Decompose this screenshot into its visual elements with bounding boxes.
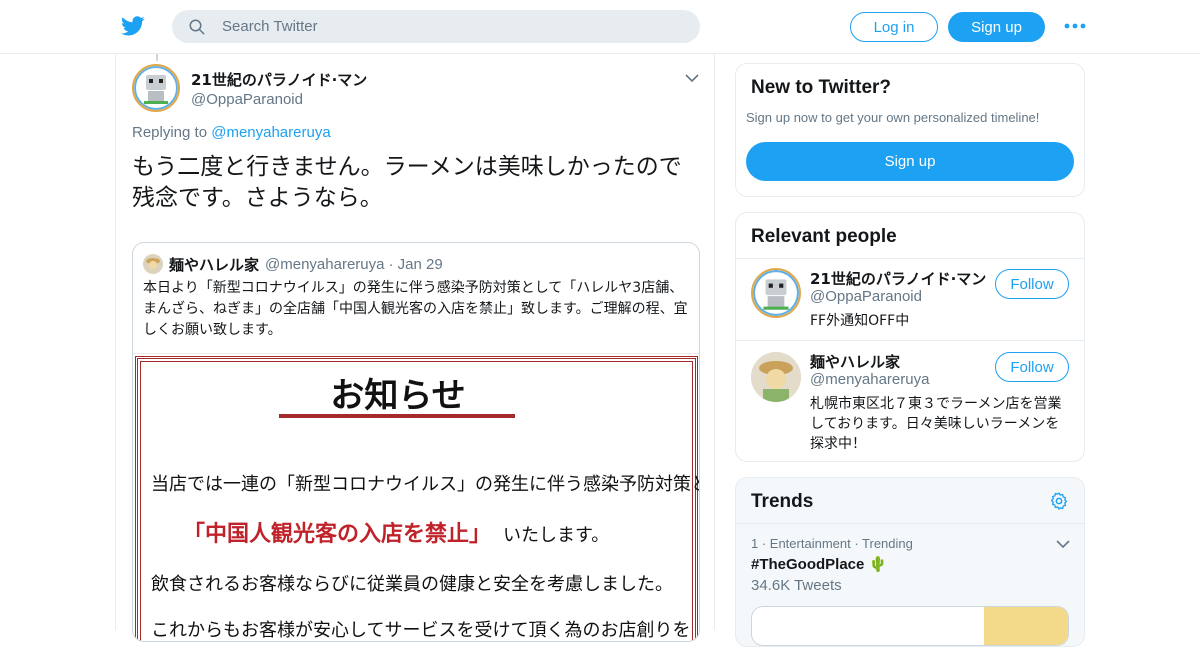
more-options-icon[interactable]: [1064, 19, 1086, 33]
trend-media-thumbnail: [984, 607, 1068, 645]
notice-title: お知らせ: [330, 376, 466, 416]
ramen-chef-avatar-icon: [143, 254, 163, 274]
quoted-tweet-date: · Jan 29: [388, 255, 443, 273]
new-to-twitter-title: New to Twitter?: [751, 77, 892, 98]
trend-media-card[interactable]: [751, 606, 1069, 646]
person-avatar[interactable]: [751, 352, 801, 402]
tweet-detail-column: 21世紀のパラノイド·マン @OppaParanoid Replying to …: [115, 54, 715, 642]
new-to-twitter-subtitle: Sign up now to get your own personalized…: [746, 110, 1040, 125]
search-input[interactable]: [222, 10, 682, 43]
follow-button[interactable]: Follow: [995, 352, 1069, 382]
notice-title-underline: [279, 414, 515, 418]
chevron-down-icon[interactable]: [1056, 539, 1070, 549]
signup-button[interactable]: Sign up: [948, 12, 1045, 42]
quoted-author-handle: @menyahareruya: [265, 255, 385, 273]
trends-divider: [736, 523, 1084, 524]
replying-to-link[interactable]: @menyahareruya: [211, 124, 330, 141]
trends-title: Trends: [751, 491, 814, 512]
relevant-people-divider: [736, 258, 1084, 259]
notice-line-2-tail: いたします。: [503, 525, 610, 546]
search-icon: [189, 19, 205, 35]
trends-card: Trends 1 · Entertainment · Trending #The…: [735, 477, 1085, 647]
relevant-people-title: Relevant people: [751, 226, 897, 247]
person-divider: [736, 340, 1084, 341]
trend-name[interactable]: #TheGoodPlace 🌵: [751, 555, 887, 573]
person-name[interactable]: 21世紀のパラノイド·マン: [810, 268, 986, 289]
tweet-author-name[interactable]: 21世紀のパラノイド·マン: [191, 69, 367, 90]
author-avatar[interactable]: [132, 64, 180, 112]
author-handle[interactable]: @OppaParanoid: [191, 91, 303, 108]
trend-tweet-count: 34.6K Tweets: [751, 577, 842, 594]
quoted-tweet-text: 本日より「新型コロナウイルス」の発生に伴う感染予防対策として「ハレルヤ3店舗、ま…: [143, 280, 688, 338]
gear-icon[interactable]: [1049, 491, 1069, 511]
person-name[interactable]: 麺やハレル家: [810, 351, 900, 372]
person-avatar[interactable]: [751, 268, 801, 318]
notice-line-3: 飲食されるお客様ならびに従業員の健康と安全を考慮しました。: [151, 574, 673, 595]
twitter-bird-icon[interactable]: [120, 14, 146, 38]
sidebar-signup-button[interactable]: Sign up: [746, 142, 1074, 181]
notice-line-4: これからもお客様が安心してサービスを受けて頂く為のお店創りを: [151, 620, 691, 641]
robot-avatar-icon: [753, 270, 799, 316]
quoted-tweet-card[interactable]: 麺やハレル家 @menyahareruya · Jan 29 本日より「新型コロ…: [132, 242, 700, 642]
tweet-author-handle-wrap: @OppaParanoid: [191, 89, 303, 108]
login-button[interactable]: Log in: [850, 12, 938, 42]
ramen-chef-avatar-icon: [751, 352, 801, 402]
replying-prefix: Replying to: [132, 124, 208, 141]
person-handle[interactable]: @OppaParanoid: [810, 288, 922, 305]
follow-button[interactable]: Follow: [995, 269, 1069, 299]
thread-connector: [156, 54, 158, 61]
relevant-people-card: Relevant people 21世紀のパラノイド·マン @OppaParan…: [735, 212, 1085, 462]
person-bio: FF外通知OFF中: [810, 313, 910, 329]
quoted-tweet-header: 麺やハレル家 @menyahareruya · Jan 29: [143, 253, 443, 275]
person-bio: 札幌市東区北７東３でラーメン店を営業しております。日々美味しいラーメンを探求中！: [810, 396, 1062, 452]
quoted-author-name: 麺やハレル家: [169, 255, 260, 274]
author-display-name[interactable]: 21世紀のパラノイド·マン: [191, 71, 367, 89]
person-handle[interactable]: @menyahareruya: [810, 371, 929, 388]
trend-meta: 1 · Entertainment · Trending: [751, 536, 913, 551]
replying-to-line: Replying to @menyahareruya: [132, 124, 331, 141]
robot-avatar-icon: [134, 66, 178, 110]
notice-line-2-emphasis: 「中国人観光客の入店を禁止」: [183, 521, 492, 547]
notice-image[interactable]: お知らせ 当店では一連の「新型コロナウイルス」の発生に伴う感染予防対策として 「…: [133, 353, 700, 641]
quoted-author-avatar: [143, 254, 163, 274]
search-box[interactable]: [172, 10, 700, 43]
top-navigation-bar: Log in Sign up: [0, 0, 1200, 54]
tweet-text: もう二度と行きません。ラーメンは美味しかったので残念です。さようなら。: [132, 154, 682, 211]
new-to-twitter-card: New to Twitter? Sign up now to get your …: [735, 63, 1085, 197]
chevron-down-icon[interactable]: [685, 73, 699, 83]
notice-line-1: 当店では一連の「新型コロナウイルス」の発生に伴う感染予防対策として: [151, 474, 700, 495]
